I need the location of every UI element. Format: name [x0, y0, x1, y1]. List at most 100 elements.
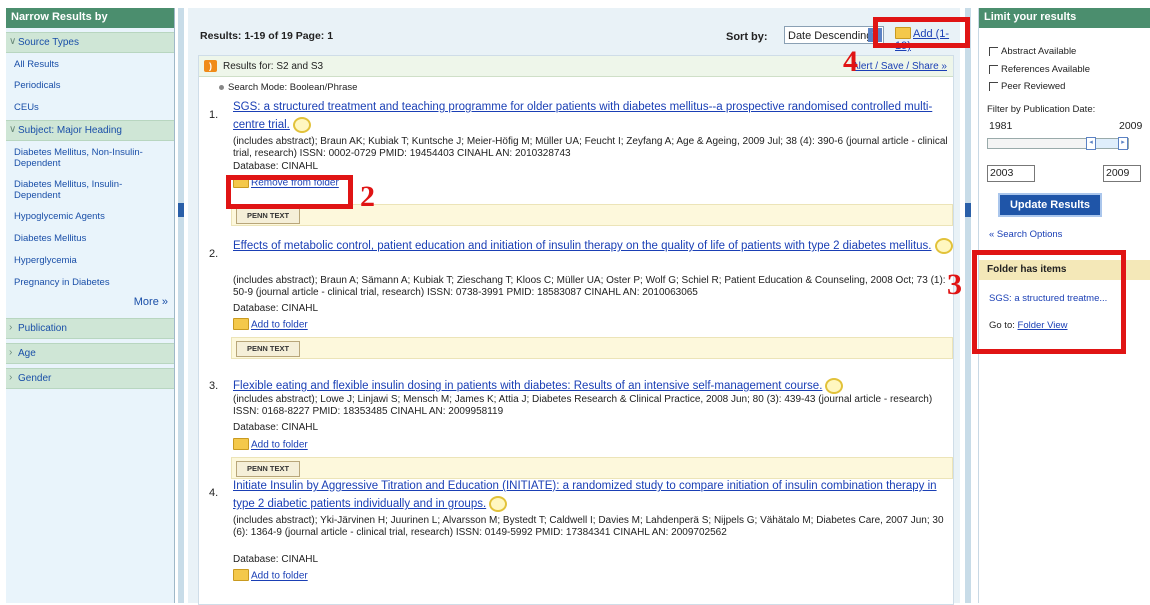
folder-icon — [233, 438, 249, 450]
alert-save-share-link[interactable]: Alert / Save / Share » — [852, 61, 947, 72]
folder-icon — [233, 318, 249, 330]
record-database: Database: CINAHL — [233, 303, 319, 314]
collapse-right-arrow-icon[interactable] — [965, 203, 971, 217]
subject-item[interactable]: Pregnancy in Diabetes — [6, 277, 174, 288]
subject-item[interactable]: Diabetes Mellitus, Insulin-Dependent — [6, 179, 174, 201]
results-list: ) Results for: S2 and S3 Alert / Save / … — [198, 55, 954, 605]
preview-magnifier-icon[interactable] — [489, 495, 508, 512]
results-count: Results: 1-19 of 19 Page: 1 — [200, 30, 334, 42]
record-details: (includes abstract); Lowe J; Linjawi S; … — [233, 394, 933, 417]
subject-major-heading-group[interactable]: ∨ Subject: Major Heading — [6, 120, 174, 141]
narrow-results-sidebar: Narrow Results by ∨ Source Types All Res… — [6, 8, 175, 603]
more-link[interactable]: More » — [6, 296, 174, 308]
search-mode-text: Search Mode: Boolean/Phrase — [228, 82, 358, 93]
record-database: Database: CINAHL — [233, 422, 319, 433]
subject-major-heading-label: Subject: Major Heading — [18, 125, 122, 136]
add-to-folder[interactable]: Add to folder — [233, 569, 953, 583]
record-title-link[interactable]: Initiate Insulin by Aggressive Titration… — [233, 480, 937, 510]
preview-magnifier-icon[interactable] — [825, 377, 844, 394]
add-to-folder[interactable]: Add to folder — [233, 318, 953, 332]
references-available-checkbox[interactable]: References Available — [989, 64, 1090, 75]
folder-icon — [233, 569, 249, 581]
penn-text-button[interactable]: PENN TEXT — [236, 461, 300, 477]
record-database: Database: CINAHL — [233, 554, 319, 565]
sort-label: Sort by: — [726, 31, 768, 43]
record-title-link[interactable]: Flexible eating and flexible insulin dos… — [233, 380, 822, 392]
subject-item[interactable]: Diabetes Mellitus — [6, 233, 174, 244]
checkbox-icon[interactable] — [989, 64, 998, 74]
source-type-ceus[interactable]: CEUs — [6, 102, 174, 113]
checkbox-label: References Available — [1001, 64, 1091, 75]
annotation-box-2 — [226, 175, 353, 209]
record-title[interactable]: Flexible eating and flexible insulin dos… — [233, 377, 953, 395]
update-results-button[interactable]: Update Results — [998, 193, 1102, 217]
checkbox-label: Abstract Available — [1001, 46, 1077, 57]
chevron-down-icon: ∨ — [9, 124, 17, 135]
date-to-input[interactable]: 2009 — [1103, 165, 1141, 182]
search-mode: Search Mode: Boolean/Phrase — [219, 82, 357, 93]
narrow-results-header: Narrow Results by — [6, 8, 174, 28]
gender-label: Gender — [18, 373, 52, 384]
record-number: 2. — [209, 248, 219, 260]
record-title[interactable]: SGS: a structured treatment and teaching… — [233, 98, 953, 134]
results-main: Results: 1-19 of 19 Page: 1 Sort by: Dat… — [188, 8, 960, 605]
record-title-link[interactable]: SGS: a structured treatment and teaching… — [233, 101, 932, 131]
fulltext-bar: PENN TEXT — [231, 457, 953, 479]
record-database: Database: CINAHL — [233, 161, 319, 172]
source-types-group[interactable]: ∨ Source Types — [6, 32, 174, 53]
publication-label: Publication — [18, 323, 67, 334]
fulltext-bar: PENN TEXT — [231, 337, 953, 359]
record-number: 3. — [209, 380, 219, 392]
penn-text-button[interactable]: PENN TEXT — [236, 208, 300, 224]
penn-text-button[interactable]: PENN TEXT — [236, 341, 300, 357]
age-label: Age — [18, 348, 36, 359]
collapse-left-arrow-icon[interactable] — [178, 203, 184, 217]
subject-item[interactable]: Hypoglycemic Agents — [6, 211, 174, 222]
rss-icon[interactable]: ) — [204, 60, 217, 72]
right-collapse-splitter[interactable] — [965, 8, 971, 603]
record-details: (includes abstract); Braun A; Sämann A; … — [233, 275, 946, 298]
record-title[interactable]: Effects of metabolic control, patient ed… — [233, 237, 953, 255]
source-type-all-results[interactable]: All Results — [6, 59, 174, 70]
age-group[interactable]: › Age — [6, 343, 174, 364]
slider-handle-from[interactable]: ◂ — [1086, 137, 1096, 150]
add-to-folder-link[interactable]: Add to folder — [251, 571, 308, 582]
source-type-periodicals[interactable]: Periodicals — [6, 80, 174, 91]
bullet-icon — [219, 84, 224, 90]
date-from-input[interactable]: 2003 — [987, 165, 1035, 182]
record-title-link[interactable]: Effects of metabolic control, patient ed… — [233, 240, 932, 252]
record-number: 4. — [209, 487, 219, 499]
add-to-folder-link[interactable]: Add to folder — [251, 440, 308, 451]
peer-reviewed-checkbox[interactable]: Peer Reviewed — [989, 81, 1065, 92]
checkbox-icon[interactable] — [989, 81, 998, 91]
sort-select[interactable]: Date Descending ▼ — [784, 26, 884, 44]
annotation-number-2: 2 — [360, 180, 375, 213]
date-range-slider[interactable]: ◂ ▸ — [987, 137, 1129, 150]
sort-value: Date Descending — [788, 30, 873, 42]
add-to-folder[interactable]: Add to folder — [233, 438, 953, 452]
record-title[interactable]: Initiate Insulin by Aggressive Titration… — [233, 477, 953, 513]
chevron-right-icon: › — [9, 347, 13, 358]
results-for-bar: ) Results for: S2 and S3 Alert / Save / … — [199, 56, 953, 77]
checkbox-label: Peer Reviewed — [1001, 81, 1066, 92]
limit-results-header: Limit your results — [979, 8, 1150, 28]
annotation-number-4: 4 — [843, 45, 858, 78]
abstract-available-checkbox[interactable]: Abstract Available — [989, 46, 1076, 57]
publication-group[interactable]: › Publication — [6, 318, 174, 339]
range-min: 1981 — [989, 120, 1013, 132]
subject-item[interactable]: Diabetes Mellitus, Non-Insulin-Dependent — [6, 147, 174, 169]
add-to-folder-link[interactable]: Add to folder — [251, 320, 308, 331]
preview-magnifier-icon[interactable] — [934, 237, 953, 254]
gender-group[interactable]: › Gender — [6, 368, 174, 389]
chevron-right-icon: › — [9, 372, 13, 383]
subject-item[interactable]: Hyperglycemia — [6, 255, 174, 266]
results-for-label: Results for: S2 and S3 — [223, 61, 324, 72]
record-details: (includes abstract); Braun AK; Kubiak T;… — [233, 136, 948, 159]
chevron-right-icon: › — [9, 322, 13, 333]
preview-magnifier-icon[interactable] — [292, 116, 311, 133]
slider-handle-to[interactable]: ▸ — [1118, 137, 1128, 150]
checkbox-icon[interactable] — [989, 46, 998, 56]
left-collapse-splitter[interactable] — [178, 8, 184, 603]
pub-date-label: Filter by Publication Date: — [987, 104, 1096, 115]
search-options-link[interactable]: « Search Options — [989, 229, 1062, 240]
